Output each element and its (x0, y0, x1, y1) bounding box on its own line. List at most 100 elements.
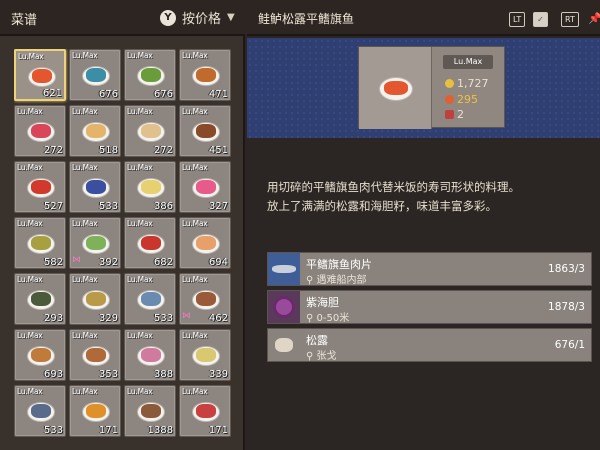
recipe-count: 462 (208, 313, 228, 324)
bow-icon: ⋈ (72, 255, 81, 265)
dish-card: Lu.Max 1,727 295 2 (358, 46, 505, 129)
recipe-cell[interactable]: Lu.Max 386 (124, 161, 176, 213)
recipe-cell[interactable]: Lu.Max ⋈ 462 (179, 273, 231, 325)
recipe-cell[interactable]: Lu.Max 582 (14, 217, 66, 269)
recipe-count: 293 (43, 313, 63, 324)
recipe-cell[interactable]: Lu.Max 451 (179, 105, 231, 157)
recipe-cell[interactable]: Lu.Max 339 (179, 329, 231, 381)
recipe-cell[interactable]: Lu.Max 533 (69, 161, 121, 213)
dish-food-icon (86, 404, 106, 418)
recipe-cell[interactable]: Lu.Max 527 (14, 161, 66, 213)
recipe-count: 339 (208, 369, 228, 380)
recipe-level: Lu.Max (127, 387, 153, 396)
description-line-1: 用切碎的平鳍旗鱼肉代替米饭的寿司形状的料理。 (267, 180, 520, 194)
ingredient-row-1[interactable]: 平鳍旗鱼肉片 ⚲ 遇难船内部 1863/3 (267, 252, 592, 286)
recipe-cell[interactable]: Lu.Max 272 (14, 105, 66, 157)
recipe-cell[interactable]: Lu.Max 533 (124, 273, 176, 325)
lt-button[interactable]: LT (509, 12, 526, 27)
ingredient-location: ⚲ 张戈 (306, 351, 337, 362)
recipe-cell[interactable]: Lu.Max 171 (179, 385, 231, 437)
recipe-level: Lu.Max (127, 51, 153, 60)
recipe-count: 451 (208, 145, 228, 156)
recipe-cell[interactable]: Lu.Max 518 (69, 105, 121, 157)
recipe-cell[interactable]: Lu.Max ⋈ 392 (69, 217, 121, 269)
recipe-cell[interactable]: Lu.Max 676 (69, 49, 121, 101)
recipe-count: 272 (153, 145, 173, 156)
dish-food-icon (31, 236, 51, 250)
ingredient-count: 1863/3 (548, 263, 585, 275)
recipe-cell[interactable]: Lu.Max 694 (179, 217, 231, 269)
price-stat: 1,727 (445, 77, 489, 90)
recipe-count: 329 (98, 313, 118, 324)
recipe-cell[interactable]: Lu.Max 676 (124, 49, 176, 101)
recipe-count: 682 (153, 257, 173, 268)
recipe-cell[interactable]: Lu.Max 353 (69, 329, 121, 381)
recipe-count: 386 (153, 201, 173, 212)
recipe-level: Lu.Max (18, 52, 44, 61)
recipe-cell[interactable]: Lu.Max 621 (14, 49, 66, 101)
recipe-cell[interactable]: Lu.Max 293 (14, 273, 66, 325)
recipe-level: Lu.Max (127, 331, 153, 340)
recipe-cell[interactable]: Lu.Max 471 (179, 49, 231, 101)
recipe-level: Lu.Max (72, 331, 98, 340)
recipe-level: Lu.Max (127, 163, 153, 172)
dish-food-icon (86, 68, 106, 82)
bow-icon: ⋈ (182, 311, 191, 321)
recipe-count: 533 (153, 313, 173, 324)
recipe-level: Lu.Max (127, 219, 153, 228)
dish-food-icon (196, 124, 216, 138)
recipe-cell[interactable]: Lu.Max 693 (14, 329, 66, 381)
recipe-count: 676 (98, 89, 118, 100)
serving-value: 2 (457, 108, 464, 121)
recipe-level: Lu.Max (182, 51, 208, 60)
ingredient-name: 平鳍旗鱼肉片 (306, 258, 372, 271)
dish-food-icon (196, 180, 216, 194)
sort-dropdown[interactable]: Y 按价格 ▼ (160, 8, 235, 27)
recipe-level: Lu.Max (182, 107, 208, 116)
recipe-count: 533 (98, 201, 118, 212)
recipe-count: 327 (208, 201, 228, 212)
sea-urchin-icon (268, 291, 300, 323)
recipe-count: 582 (43, 257, 63, 268)
description-line-2: 放上了满满的松露和海胆籽，味道丰富多彩。 (267, 199, 497, 213)
recipe-cell[interactable]: Lu.Max 171 (69, 385, 121, 437)
heart-toggle-icon[interactable]: ✓ (533, 12, 548, 27)
recipe-cell[interactable]: Lu.Max 388 (124, 329, 176, 381)
recipe-count: 171 (208, 425, 228, 436)
dish-title: 鲑鲈松露平鳍旗鱼 (258, 12, 355, 26)
dish-food-icon (31, 348, 51, 362)
recipe-cell[interactable]: Lu.Max 682 (124, 217, 176, 269)
dish-food-icon (86, 292, 106, 306)
ingredient-row-3[interactable]: 松露 ⚲ 张戈 676/1 (267, 328, 592, 362)
serving-icon (445, 110, 454, 119)
recipe-cell[interactable]: Lu.Max 329 (69, 273, 121, 325)
ingredient-name: 紫海胆 (306, 296, 339, 309)
dish-food-icon (141, 180, 161, 194)
pin-icon[interactable]: 📌 (588, 12, 600, 25)
dish-food-icon (196, 404, 216, 418)
dish-food-icon (86, 124, 106, 138)
detail-header: 鲑鲈松露平鳍旗鱼 LT ✓ RT 📌 (247, 0, 600, 36)
recipe-count: 518 (98, 145, 118, 156)
rt-button[interactable]: RT (561, 12, 579, 27)
recipe-count: 392 (98, 257, 118, 268)
dish-food-icon (32, 69, 52, 83)
recipe-level: Lu.Max (182, 275, 208, 284)
recipe-panel-header: 菜谱 Y 按价格 ▼ (0, 0, 245, 36)
recipe-level: Lu.Max (17, 387, 43, 396)
recipe-level: Lu.Max (182, 387, 208, 396)
recipe-cell[interactable]: Lu.Max 1388 (124, 385, 176, 437)
taste-value: 295 (457, 93, 478, 106)
recipe-count: 272 (43, 145, 63, 156)
recipe-cell[interactable]: Lu.Max 533 (14, 385, 66, 437)
ingredient-row-2[interactable]: 紫海胆 ⚲ 0-50米 1878/3 (267, 290, 592, 324)
recipe-level: Lu.Max (127, 107, 153, 116)
recipe-cell[interactable]: Lu.Max 327 (179, 161, 231, 213)
recipe-cell[interactable]: Lu.Max 272 (124, 105, 176, 157)
ingredient-location: ⚲ 遇难船内部 (306, 275, 367, 286)
price-value: 1,727 (457, 77, 489, 90)
truffle-icon (268, 329, 300, 361)
recipe-count: 527 (43, 201, 63, 212)
ingredient-count: 676/1 (554, 339, 585, 351)
recipe-level: Lu.Max (17, 331, 43, 340)
